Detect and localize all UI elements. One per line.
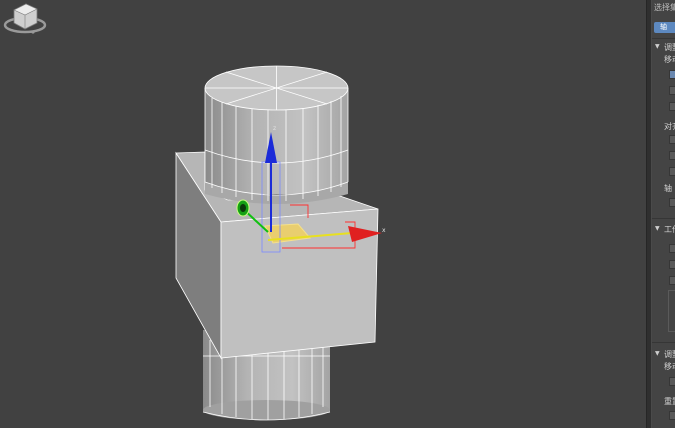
viewport-perspective[interactable]: x z [0,0,646,428]
z-axis-label: z [273,125,276,132]
rollout-label-move: 移动 [664,55,675,64]
divider [652,342,675,343]
top-cylinder-mesh[interactable] [204,65,349,204]
move-option-button[interactable] [669,86,675,95]
panel-header: 选择集 [654,3,675,12]
work-option-button[interactable] [669,276,675,285]
rollout-label-move: 移动 [664,362,675,371]
align-option-button[interactable] [669,167,675,176]
align-option-button[interactable] [669,135,675,144]
label-align: 对齐 [664,122,675,131]
reset-option-button[interactable] [669,411,675,420]
option-group-frame [668,290,675,332]
rollout-expand-icon[interactable]: ▼ [655,350,660,358]
rollout-title-work[interactable]: 工作 [664,225,675,234]
x-axis-label: x [382,227,386,234]
label-axis: 轴 [664,184,672,193]
label-reset: 重置 [664,397,675,406]
divider [652,218,675,219]
viewcube-icon[interactable] [0,0,50,38]
work-option-button[interactable] [669,260,675,269]
work-option-button[interactable] [669,244,675,253]
divider [652,38,675,39]
axis-option-button[interactable] [669,198,675,207]
move-option-button[interactable] [669,70,675,79]
align-option-button[interactable] [669,151,675,160]
move-option-button[interactable] [669,102,675,111]
scene-canvas[interactable]: x z [0,0,646,428]
tab-axis[interactable]: 轴 [654,22,675,33]
rollout-expand-icon[interactable]: ▼ [655,225,660,233]
move-option-button[interactable] [669,377,675,386]
rollout-title-adjust[interactable]: 调整 [664,350,675,359]
rollout-expand-icon[interactable]: ▼ [655,43,660,51]
command-panel: 选择集 轴 ▼ 调整 移动 对齐 轴 ▼ 工作 ▼ 调整 移动 重置 [652,0,675,428]
rollout-title-adjust[interactable]: 调整 [664,43,675,52]
